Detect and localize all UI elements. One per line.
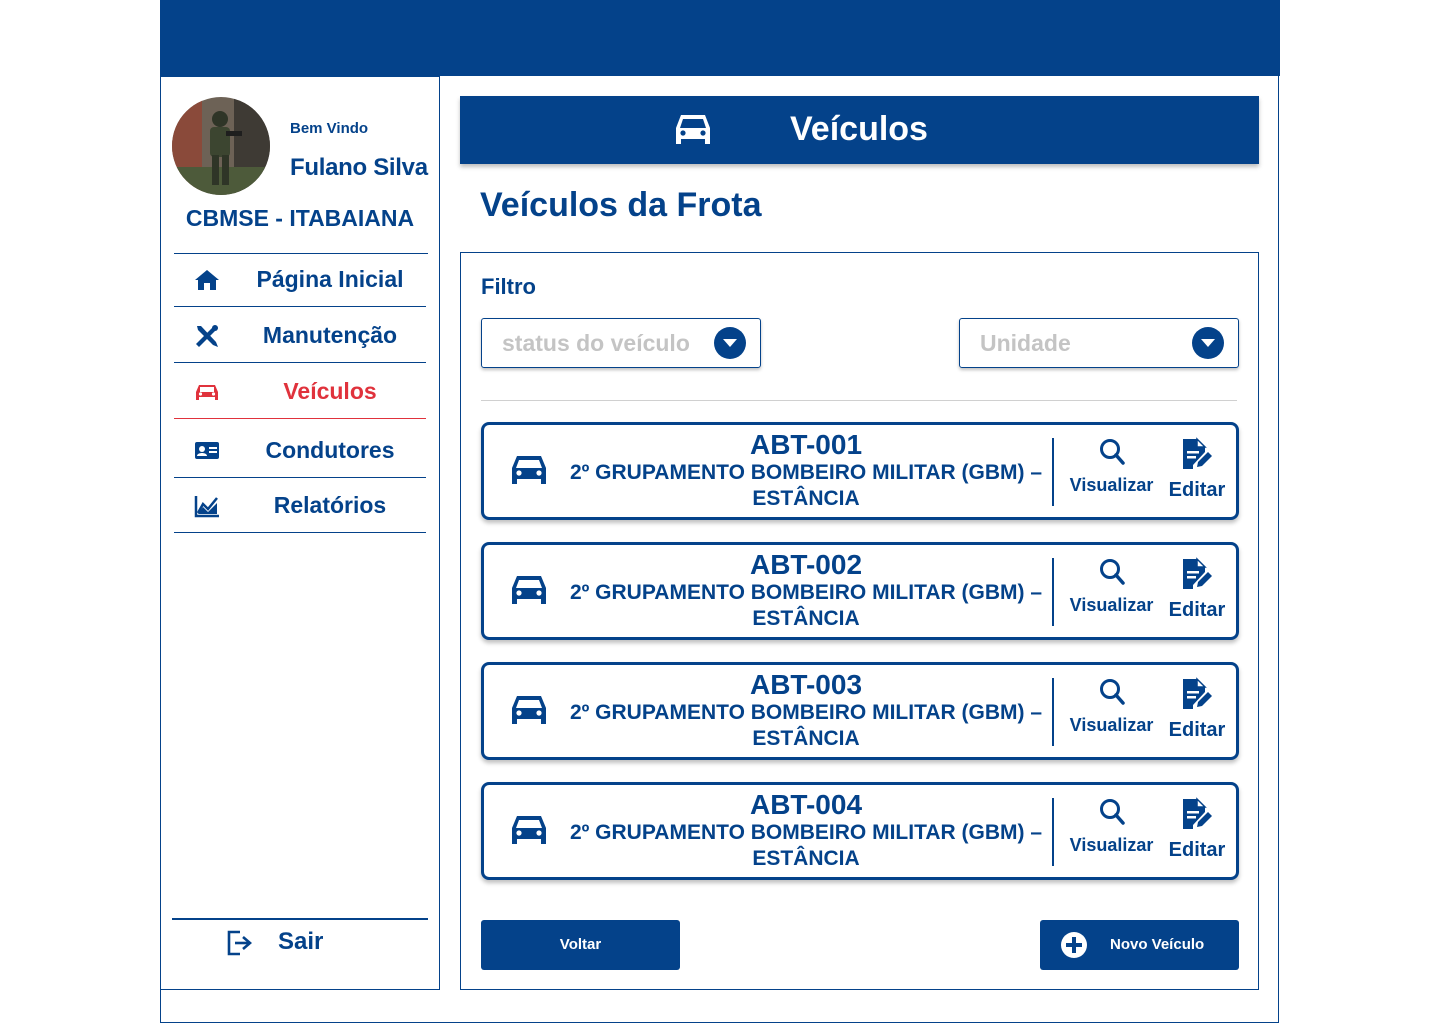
vehicle-plate: ABT-001	[749, 429, 863, 460]
view-button[interactable]: Visualizar	[1069, 557, 1154, 629]
search-icon	[1099, 679, 1125, 705]
unit-select[interactable]: Unidade	[959, 318, 1239, 368]
card-divider	[1052, 438, 1054, 506]
car-icon	[512, 816, 546, 844]
id-card-icon	[195, 442, 219, 459]
sidebar-item-label: Condutores	[265, 437, 395, 463]
vehicle-card: ABT-003 2º GRUPAMENTO BOMBEIRO MILITAR (…	[481, 662, 1239, 760]
filter-divider	[481, 400, 1237, 401]
chevron-down-icon	[1192, 327, 1224, 359]
card-divider	[1052, 798, 1054, 866]
back-button[interactable]: Voltar	[481, 920, 680, 970]
vehicle-unit: 2º GRUPAMENTO BOMBEIRO MILITAR (GBM) –	[570, 581, 1042, 604]
vehicle-card: ABT-001 2º GRUPAMENTO BOMBEIRO MILITAR (…	[481, 422, 1239, 520]
new-vehicle-label: Novo Veículo	[1110, 936, 1205, 953]
vehicle-unit: 2º GRUPAMENTO BOMBEIRO MILITAR (GBM) –	[570, 701, 1042, 724]
chart-icon	[194, 496, 219, 518]
edit-icon	[1183, 437, 1212, 469]
vehicle-unit-city: ESTÂNCIA	[752, 487, 860, 510]
logout-divider	[172, 918, 428, 920]
user-name: Fulano Silva	[290, 154, 428, 181]
vehicle-info: ABT-001 2º GRUPAMENTO BOMBEIRO MILITAR (…	[564, 430, 1048, 512]
home-icon	[195, 270, 219, 290]
vehicle-info: ABT-003 2º GRUPAMENTO BOMBEIRO MILITAR (…	[564, 670, 1048, 752]
sidebar: Bem Vindo Fulano Silva CBMSE - ITABAIANA…	[160, 76, 440, 990]
view-label: Visualizar	[1069, 595, 1154, 615]
page-title: Veículos	[790, 110, 928, 148]
car-icon	[512, 576, 546, 604]
new-vehicle-button[interactable]: Novo Veículo	[1040, 920, 1239, 970]
back-button-label: Voltar	[559, 936, 602, 953]
logout-button[interactable]: Sair	[226, 925, 356, 965]
card-divider	[1052, 678, 1054, 746]
view-button[interactable]: Visualizar	[1069, 797, 1154, 869]
vehicle-unit-city: ESTÂNCIA	[752, 847, 860, 870]
view-label: Visualizar	[1069, 475, 1154, 495]
welcome-text: Bem Vindo	[290, 120, 369, 137]
search-icon	[1099, 799, 1125, 825]
edit-label: Editar	[1168, 839, 1226, 861]
tools-icon	[196, 325, 218, 347]
edit-button[interactable]: Editar	[1167, 437, 1227, 509]
plus-circle-icon	[1061, 932, 1087, 958]
edit-label: Editar	[1168, 479, 1226, 501]
sidebar-item-label: Manutenção	[262, 322, 398, 348]
logout-label: Sair	[278, 928, 324, 955]
car-icon	[512, 456, 546, 484]
unit-placeholder: Unidade	[980, 330, 1071, 356]
sidebar-item-vehicles[interactable]: Veículos	[174, 366, 426, 419]
vehicle-card: ABT-004 2º GRUPAMENTO BOMBEIRO MILITAR (…	[481, 782, 1239, 880]
sidebar-item-label: Página Inicial	[256, 266, 404, 292]
vehicle-info: ABT-002 2º GRUPAMENTO BOMBEIRO MILITAR (…	[564, 550, 1048, 632]
logout-icon	[227, 930, 252, 956]
search-icon	[1099, 439, 1125, 465]
vehicle-unit-city: ESTÂNCIA	[752, 727, 860, 750]
sidebar-item-reports[interactable]: Relatórios	[174, 480, 426, 533]
edit-icon	[1183, 677, 1212, 709]
vehicle-unit: 2º GRUPAMENTO BOMBEIRO MILITAR (GBM) –	[570, 461, 1042, 484]
view-button[interactable]: Visualizar	[1069, 677, 1154, 749]
sidebar-item-label: Relatórios	[273, 492, 387, 518]
vehicles-panel: Filtro status do veículo Unidade ABT-001…	[460, 252, 1259, 990]
vehicle-unit: 2º GRUPAMENTO BOMBEIRO MILITAR (GBM) –	[570, 821, 1042, 844]
vehicle-unit-city: ESTÂNCIA	[752, 607, 860, 630]
view-label: Visualizar	[1069, 715, 1154, 735]
edit-button[interactable]: Editar	[1167, 677, 1227, 749]
sidebar-item-home[interactable]: Página Inicial	[174, 254, 426, 307]
car-icon	[512, 696, 546, 724]
car-icon	[676, 115, 710, 144]
chevron-down-icon	[714, 327, 746, 359]
sidebar-item-maintenance[interactable]: Manutenção	[174, 310, 426, 363]
vehicle-plate: ABT-004	[749, 789, 863, 820]
edit-label: Editar	[1168, 599, 1226, 621]
status-select[interactable]: status do veículo	[481, 318, 761, 368]
edit-icon	[1183, 557, 1212, 589]
user-unit: CBMSE - ITABAIANA	[185, 205, 415, 231]
vehicle-plate: ABT-002	[749, 549, 863, 580]
vehicle-info: ABT-004 2º GRUPAMENTO BOMBEIRO MILITAR (…	[564, 790, 1048, 872]
filter-label: Filtro	[481, 274, 536, 299]
vehicle-card: ABT-002 2º GRUPAMENTO BOMBEIRO MILITAR (…	[481, 542, 1239, 640]
vehicle-plate: ABT-003	[749, 669, 863, 700]
search-icon	[1099, 559, 1125, 585]
sidebar-item-label: Veículos	[283, 378, 377, 404]
edit-button[interactable]: Editar	[1167, 557, 1227, 629]
edit-button[interactable]: Editar	[1167, 797, 1227, 869]
sidebar-item-drivers[interactable]: Condutores	[174, 425, 426, 478]
view-button[interactable]: Visualizar	[1069, 437, 1154, 509]
edit-label: Editar	[1168, 719, 1226, 741]
car-icon	[196, 385, 218, 400]
avatar	[172, 97, 270, 195]
view-label: Visualizar	[1069, 835, 1154, 855]
status-placeholder: status do veículo	[502, 330, 690, 356]
edit-icon	[1183, 797, 1212, 829]
page-header: Veículos	[460, 96, 1259, 164]
card-divider	[1052, 558, 1054, 626]
section-title: Veículos da Frota	[480, 186, 762, 224]
